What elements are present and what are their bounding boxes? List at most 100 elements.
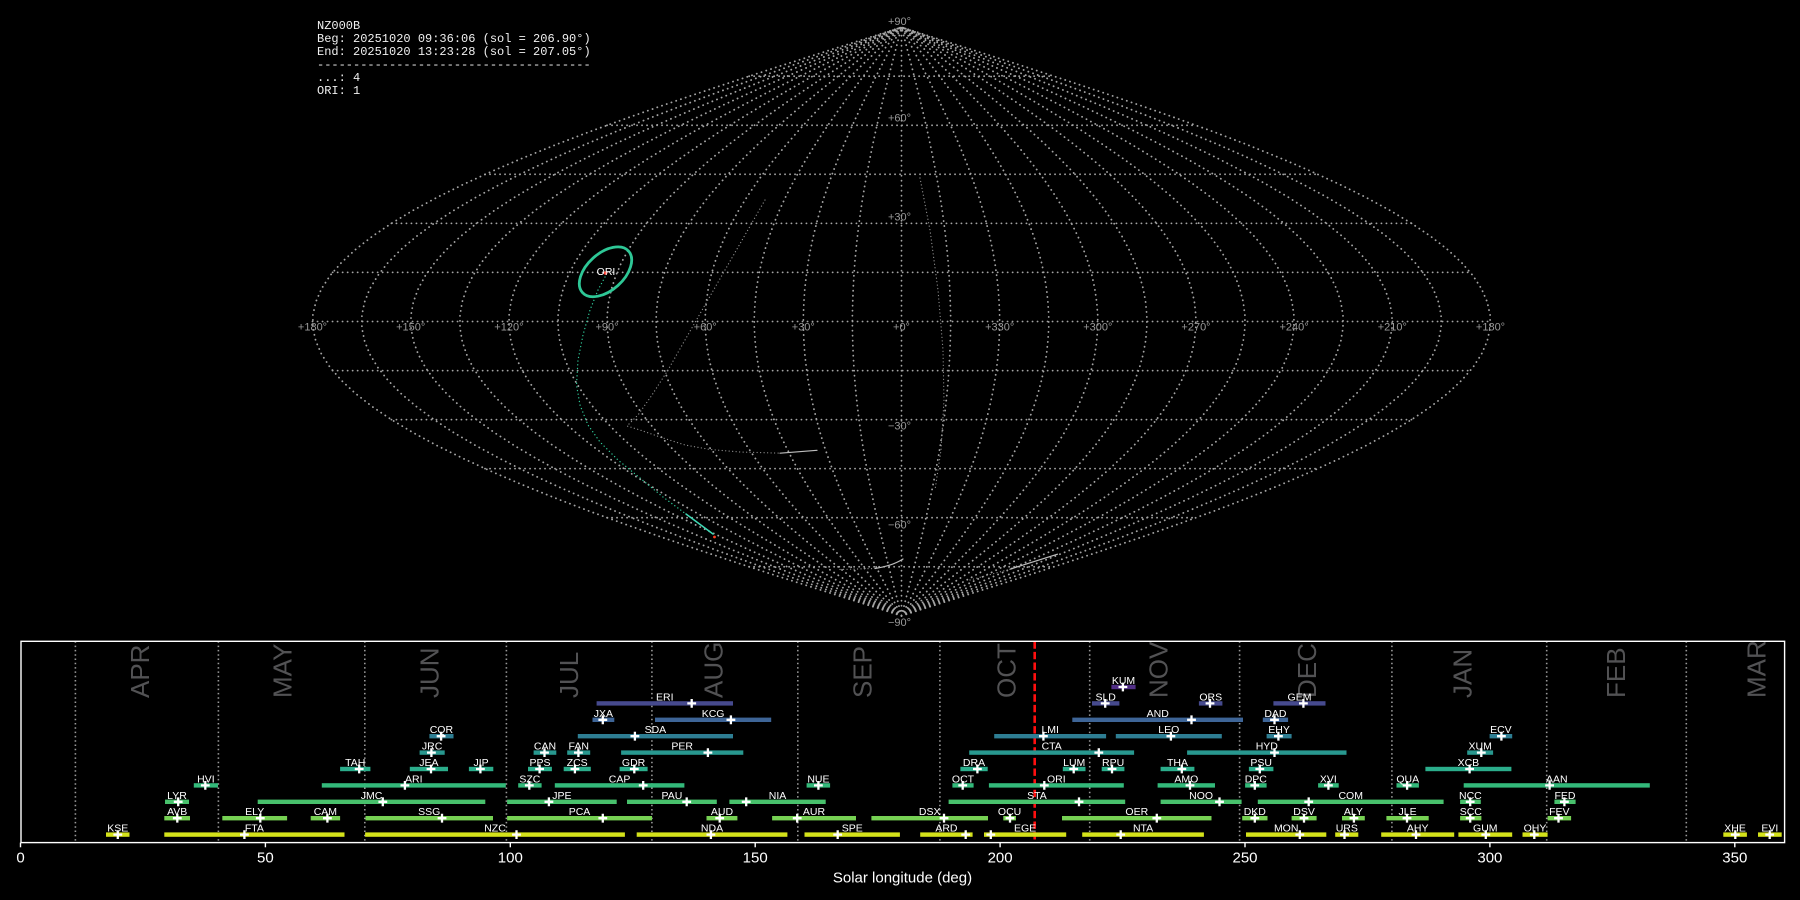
svg-text:JXA: JXA: [594, 708, 613, 720]
svg-text:CQR: CQR: [430, 724, 454, 736]
svg-text:JIP: JIP: [474, 757, 489, 769]
svg-text:TAH: TAH: [345, 757, 365, 769]
svg-text:MON: MON: [1274, 823, 1299, 835]
svg-text:EGE: EGE: [1014, 823, 1036, 835]
svg-text:350: 350: [1722, 850, 1747, 867]
svg-text:SLD: SLD: [1095, 691, 1116, 703]
svg-text:NIA: NIA: [769, 790, 787, 802]
svg-text:SPE: SPE: [842, 823, 863, 835]
svg-text:OCT: OCT: [952, 773, 975, 785]
svg-text:JUN: JUN: [414, 647, 444, 698]
svg-text:NOO: NOO: [1189, 790, 1213, 802]
svg-text:NCC: NCC: [1459, 790, 1482, 802]
svg-text:ARD: ARD: [935, 823, 958, 835]
svg-text:XUM: XUM: [1469, 741, 1492, 753]
svg-text:−60°: −60°: [888, 520, 911, 532]
svg-text:NUE: NUE: [807, 773, 829, 785]
svg-text:150: 150: [743, 850, 768, 867]
svg-text:+30°: +30°: [792, 322, 815, 334]
svg-text:OER: OER: [1125, 806, 1148, 818]
svg-text:SEP: SEP: [847, 646, 877, 698]
svg-text:+60°: +60°: [694, 322, 717, 334]
svg-text:+60°: +60°: [888, 113, 911, 125]
svg-text:AUD: AUD: [711, 806, 734, 818]
svg-text:50: 50: [257, 850, 274, 867]
svg-text:+240°: +240°: [1280, 322, 1309, 334]
svg-text:CAN: CAN: [534, 741, 556, 753]
svg-text:300: 300: [1477, 850, 1502, 867]
svg-text:KUM: KUM: [1112, 675, 1135, 687]
svg-text:MAY: MAY: [268, 644, 298, 698]
svg-text:200: 200: [988, 850, 1013, 867]
svg-text:LUM: LUM: [1063, 757, 1085, 769]
svg-text:PPS: PPS: [529, 757, 550, 769]
svg-text:THA: THA: [1167, 757, 1188, 769]
svg-text:SCC: SCC: [1460, 806, 1483, 818]
svg-text:+180°: +180°: [298, 322, 327, 334]
svg-text:AVB: AVB: [167, 806, 187, 818]
svg-text:CTA: CTA: [1042, 741, 1062, 753]
svg-text:URS: URS: [1336, 823, 1358, 835]
svg-text:AAN: AAN: [1546, 773, 1568, 785]
svg-text:100: 100: [498, 850, 523, 867]
svg-text:+330°: +330°: [985, 322, 1014, 334]
svg-text:MAR: MAR: [1741, 640, 1771, 698]
svg-text:ORI: 1: ORI: 1: [317, 84, 360, 98]
svg-text:OCT: OCT: [991, 643, 1021, 698]
svg-text:FEV: FEV: [1549, 806, 1569, 818]
svg-text:AUG: AUG: [699, 642, 729, 698]
svg-text:FAN: FAN: [568, 741, 588, 753]
svg-text:PER: PER: [671, 741, 693, 753]
svg-text:−90°: −90°: [888, 617, 911, 629]
svg-text:250: 250: [1232, 850, 1257, 867]
svg-text:ERI: ERI: [656, 691, 674, 703]
svg-text:LEO: LEO: [1158, 724, 1179, 736]
svg-text:+90°: +90°: [888, 16, 911, 28]
svg-text:PAU: PAU: [661, 790, 682, 802]
svg-text:GEM: GEM: [1288, 691, 1312, 703]
svg-text:GDR: GDR: [622, 757, 646, 769]
svg-text:SDA: SDA: [645, 724, 667, 736]
svg-text:NZ000B: NZ000B: [317, 19, 360, 33]
svg-text:GUM: GUM: [1473, 823, 1498, 835]
svg-text:OCU: OCU: [998, 806, 1021, 818]
svg-text:DPC: DPC: [1245, 773, 1268, 785]
svg-text:PSU: PSU: [1250, 757, 1272, 769]
svg-text:+270°: +270°: [1181, 322, 1210, 334]
svg-text:AND: AND: [1147, 708, 1170, 720]
svg-text:LYR: LYR: [167, 790, 187, 802]
svg-text:0: 0: [16, 850, 24, 867]
svg-text:FED: FED: [1555, 790, 1576, 802]
svg-text:...: 4: ...: 4: [317, 71, 360, 85]
svg-text:APR: APR: [125, 645, 155, 698]
svg-text:+90°: +90°: [595, 322, 618, 334]
svg-text:LMI: LMI: [1041, 724, 1059, 736]
svg-text:STA: STA: [1027, 790, 1047, 802]
svg-text:ALY: ALY: [1344, 806, 1363, 818]
svg-text:DAD: DAD: [1264, 708, 1287, 720]
svg-text:DEC: DEC: [1292, 643, 1322, 698]
svg-text:−30°: −30°: [888, 421, 911, 433]
svg-text:+300°: +300°: [1083, 322, 1112, 334]
svg-text:KCG: KCG: [702, 708, 725, 720]
svg-text:XCB: XCB: [1458, 757, 1480, 769]
svg-text:ARI: ARI: [405, 773, 423, 785]
svg-text:+120°: +120°: [494, 322, 523, 334]
svg-text:JRC: JRC: [422, 741, 443, 753]
svg-text:ORI: ORI: [597, 266, 616, 278]
svg-text:COM: COM: [1338, 790, 1363, 802]
svg-text:+210°: +210°: [1378, 322, 1407, 334]
svg-text:EVI: EVI: [1761, 823, 1778, 835]
svg-text:+30°: +30°: [888, 212, 911, 224]
svg-text:JPE: JPE: [552, 790, 571, 802]
svg-text:JUL: JUL: [554, 652, 584, 698]
svg-text:RPU: RPU: [1102, 757, 1124, 769]
svg-text:HYD: HYD: [1256, 741, 1279, 753]
svg-text:CAM: CAM: [314, 806, 337, 818]
svg-text:End: 20251020 13:23:28 (sol =: End: 20251020 13:23:28 (sol = 207.05°): [317, 45, 591, 59]
svg-text:ELY: ELY: [245, 806, 264, 818]
svg-text:------------------------------: --------------------------------------: [317, 58, 591, 72]
svg-text:ORS: ORS: [1199, 691, 1222, 703]
svg-text:ZCS: ZCS: [567, 757, 588, 769]
svg-text:Beg: 20251020 09:36:06 (sol =: Beg: 20251020 09:36:06 (sol = 206.90°): [317, 32, 591, 46]
